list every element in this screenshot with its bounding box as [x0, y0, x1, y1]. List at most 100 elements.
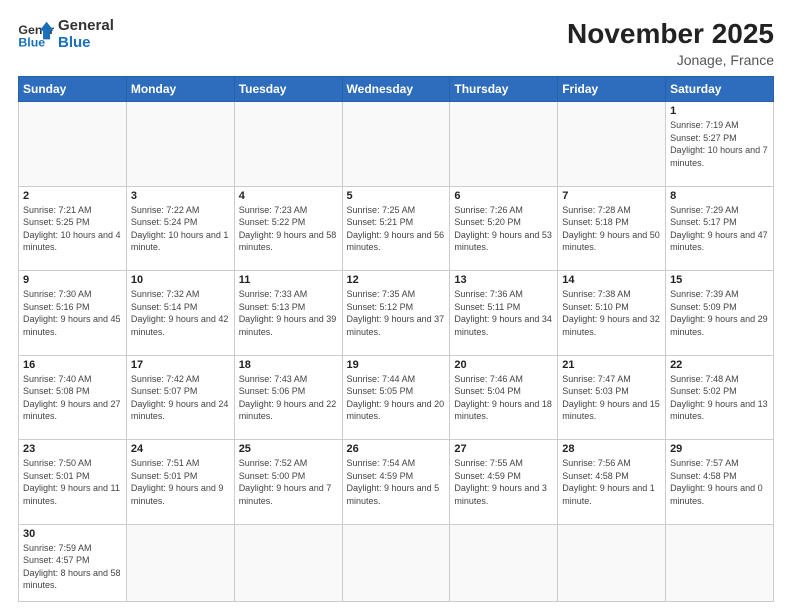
calendar-cell [342, 102, 450, 187]
day-number: 28 [562, 443, 661, 455]
calendar-cell: 18Sunrise: 7:43 AM Sunset: 5:06 PM Dayli… [234, 355, 342, 440]
col-wednesday: Wednesday [342, 77, 450, 102]
header: General Blue General Blue November 2025 … [18, 18, 774, 68]
calendar-cell: 6 Sunrise: 7:26 AM Sunset: 5:20 PM Daylig… [450, 186, 558, 271]
col-sunday: Sunday [19, 77, 127, 102]
day-number: 21 [562, 359, 661, 371]
day-number: 12 [347, 274, 446, 286]
location: Jonage, France [567, 52, 774, 68]
day-info: Sunrise: 7:42 AM Sunset: 5:07 PM Dayligh… [131, 373, 230, 423]
calendar-cell: 3 Sunrise: 7:22 AM Sunset: 5:24 PM Daylig… [126, 186, 234, 271]
day-number: 19 [347, 359, 446, 371]
day-info: Sunrise: 7:28 AM Sunset: 5:18 PM Dayligh… [562, 204, 661, 254]
calendar-cell: 10 Sunrise: 7:32 AM Sunset: 5:14 PM Dayli… [126, 271, 234, 356]
day-info: Sunrise: 7:40 AM Sunset: 5:08 PM Dayligh… [23, 373, 122, 423]
day-number: 23 [23, 443, 122, 455]
day-number: 20 [454, 359, 553, 371]
calendar-cell [234, 102, 342, 187]
day-info: Sunrise: 7:54 AM Sunset: 4:59 PM Dayligh… [347, 457, 446, 507]
day-info: Sunrise: 7:55 AM Sunset: 4:59 PM Dayligh… [454, 457, 553, 507]
day-info: Sunrise: 7:19 AM Sunset: 5:27 PM Dayligh… [670, 119, 769, 169]
calendar-cell: 22 Sunrise: 7:48 AM Sunset: 5:02 PM Dayli… [666, 355, 774, 440]
day-info: Sunrise: 7:38 AM Sunset: 5:10 PM Dayligh… [562, 288, 661, 338]
calendar-cell: 13Sunrise: 7:36 AM Sunset: 5:11 PM Dayli… [450, 271, 558, 356]
calendar-cell: 28 Sunrise: 7:56 AM Sunset: 4:58 PM Dayli… [558, 440, 666, 525]
calendar-cell: 4 Sunrise: 7:23 AM Sunset: 5:22 PM Daylig… [234, 186, 342, 271]
calendar-cell [450, 102, 558, 187]
calendar-cell: 23 Sunrise: 7:50 AM Sunset: 5:01 PM Dayli… [19, 440, 127, 525]
day-number: 11 [239, 274, 338, 286]
calendar-cell [126, 524, 234, 601]
calendar-cell: 2 Sunrise: 7:21 AM Sunset: 5:25 PM Daylig… [19, 186, 127, 271]
day-number: 24 [131, 443, 230, 455]
day-info: Sunrise: 7:44 AM Sunset: 5:05 PM Dayligh… [347, 373, 446, 423]
day-number: 26 [347, 443, 446, 455]
calendar-cell: 24 Sunrise: 7:51 AM Sunset: 5:01 PM Dayli… [126, 440, 234, 525]
day-number: 10 [131, 274, 230, 286]
day-number: 13 [454, 274, 553, 286]
day-info: Sunrise: 7:39 AM Sunset: 5:09 PM Dayligh… [670, 288, 769, 338]
day-number: 15 [670, 274, 769, 286]
logo-blue: Blue [58, 35, 114, 52]
day-info: Sunrise: 7:51 AM Sunset: 5:01 PM Dayligh… [131, 457, 230, 507]
day-number: 6 [454, 190, 553, 202]
col-tuesday: Tuesday [234, 77, 342, 102]
calendar-table: Sunday Monday Tuesday Wednesday Thursday… [18, 76, 774, 602]
day-info: Sunrise: 7:21 AM Sunset: 5:25 PM Dayligh… [23, 204, 122, 254]
day-info: Sunrise: 7:43 AM Sunset: 5:06 PM Dayligh… [239, 373, 338, 423]
calendar-cell: 25 Sunrise: 7:52 AM Sunset: 5:00 PM Dayli… [234, 440, 342, 525]
calendar-cell: 8 Sunrise: 7:29 AM Sunset: 5:17 PM Daylig… [666, 186, 774, 271]
calendar-cell: 27 Sunrise: 7:55 AM Sunset: 4:59 PM Dayli… [450, 440, 558, 525]
day-info: Sunrise: 7:25 AM Sunset: 5:21 PM Dayligh… [347, 204, 446, 254]
day-info: Sunrise: 7:56 AM Sunset: 4:58 PM Dayligh… [562, 457, 661, 507]
day-info: Sunrise: 7:35 AM Sunset: 5:12 PM Dayligh… [347, 288, 446, 338]
month-year: November 2025 [567, 18, 774, 50]
day-number: 27 [454, 443, 553, 455]
day-info: Sunrise: 7:48 AM Sunset: 5:02 PM Dayligh… [670, 373, 769, 423]
calendar-cell: 12 Sunrise: 7:35 AM Sunset: 5:12 PM Dayli… [342, 271, 450, 356]
day-number: 5 [347, 190, 446, 202]
calendar-cell: 26 Sunrise: 7:54 AM Sunset: 4:59 PM Dayli… [342, 440, 450, 525]
day-number: 1 [670, 105, 769, 117]
calendar-cell: 9Sunrise: 7:30 AM Sunset: 5:16 PM Daylig… [19, 271, 127, 356]
day-number: 30 [23, 528, 122, 540]
day-info: Sunrise: 7:46 AM Sunset: 5:04 PM Dayligh… [454, 373, 553, 423]
day-info: Sunrise: 7:23 AM Sunset: 5:22 PM Dayligh… [239, 204, 338, 254]
calendar-cell [450, 524, 558, 601]
day-number: 17 [131, 359, 230, 371]
calendar-cell: 15 Sunrise: 7:39 AM Sunset: 5:09 PM Dayli… [666, 271, 774, 356]
day-number: 8 [670, 190, 769, 202]
calendar-cell: 20 Sunrise: 7:46 AM Sunset: 5:04 PM Dayli… [450, 355, 558, 440]
day-number: 25 [239, 443, 338, 455]
svg-text:Blue: Blue [18, 35, 45, 49]
calendar-cell: 7 Sunrise: 7:28 AM Sunset: 5:18 PM Daylig… [558, 186, 666, 271]
day-info: Sunrise: 7:52 AM Sunset: 5:00 PM Dayligh… [239, 457, 338, 507]
day-number: 3 [131, 190, 230, 202]
day-number: 16 [23, 359, 122, 371]
calendar-cell [342, 524, 450, 601]
day-header-row: Sunday Monday Tuesday Wednesday Thursday… [19, 77, 774, 102]
calendar-cell [558, 524, 666, 601]
day-info: Sunrise: 7:22 AM Sunset: 5:24 PM Dayligh… [131, 204, 230, 254]
day-number: 2 [23, 190, 122, 202]
title-area: November 2025 Jonage, France [567, 18, 774, 68]
col-saturday: Saturday [666, 77, 774, 102]
calendar-cell: 29Sunrise: 7:57 AM Sunset: 4:58 PM Dayli… [666, 440, 774, 525]
day-info: Sunrise: 7:50 AM Sunset: 5:01 PM Dayligh… [23, 457, 122, 507]
calendar-cell: 5 Sunrise: 7:25 AM Sunset: 5:21 PM Daylig… [342, 186, 450, 271]
calendar-cell [19, 102, 127, 187]
day-info: Sunrise: 7:26 AM Sunset: 5:20 PM Dayligh… [454, 204, 553, 254]
day-info: Sunrise: 7:29 AM Sunset: 5:17 PM Dayligh… [670, 204, 769, 254]
day-info: Sunrise: 7:59 AM Sunset: 4:57 PM Dayligh… [23, 542, 122, 592]
day-info: Sunrise: 7:32 AM Sunset: 5:14 PM Dayligh… [131, 288, 230, 338]
calendar-cell [558, 102, 666, 187]
calendar-cell [126, 102, 234, 187]
calendar-cell: 19 Sunrise: 7:44 AM Sunset: 5:05 PM Dayli… [342, 355, 450, 440]
day-number: 4 [239, 190, 338, 202]
calendar-cell: 16 Sunrise: 7:40 AM Sunset: 5:08 PM Dayli… [19, 355, 127, 440]
logo: General Blue General Blue [18, 18, 114, 51]
day-number: 22 [670, 359, 769, 371]
day-number: 7 [562, 190, 661, 202]
calendar-cell: 1 Sunrise: 7:19 AM Sunset: 5:27 PM Daylig… [666, 102, 774, 187]
calendar-cell: 21Sunrise: 7:47 AM Sunset: 5:03 PM Dayli… [558, 355, 666, 440]
